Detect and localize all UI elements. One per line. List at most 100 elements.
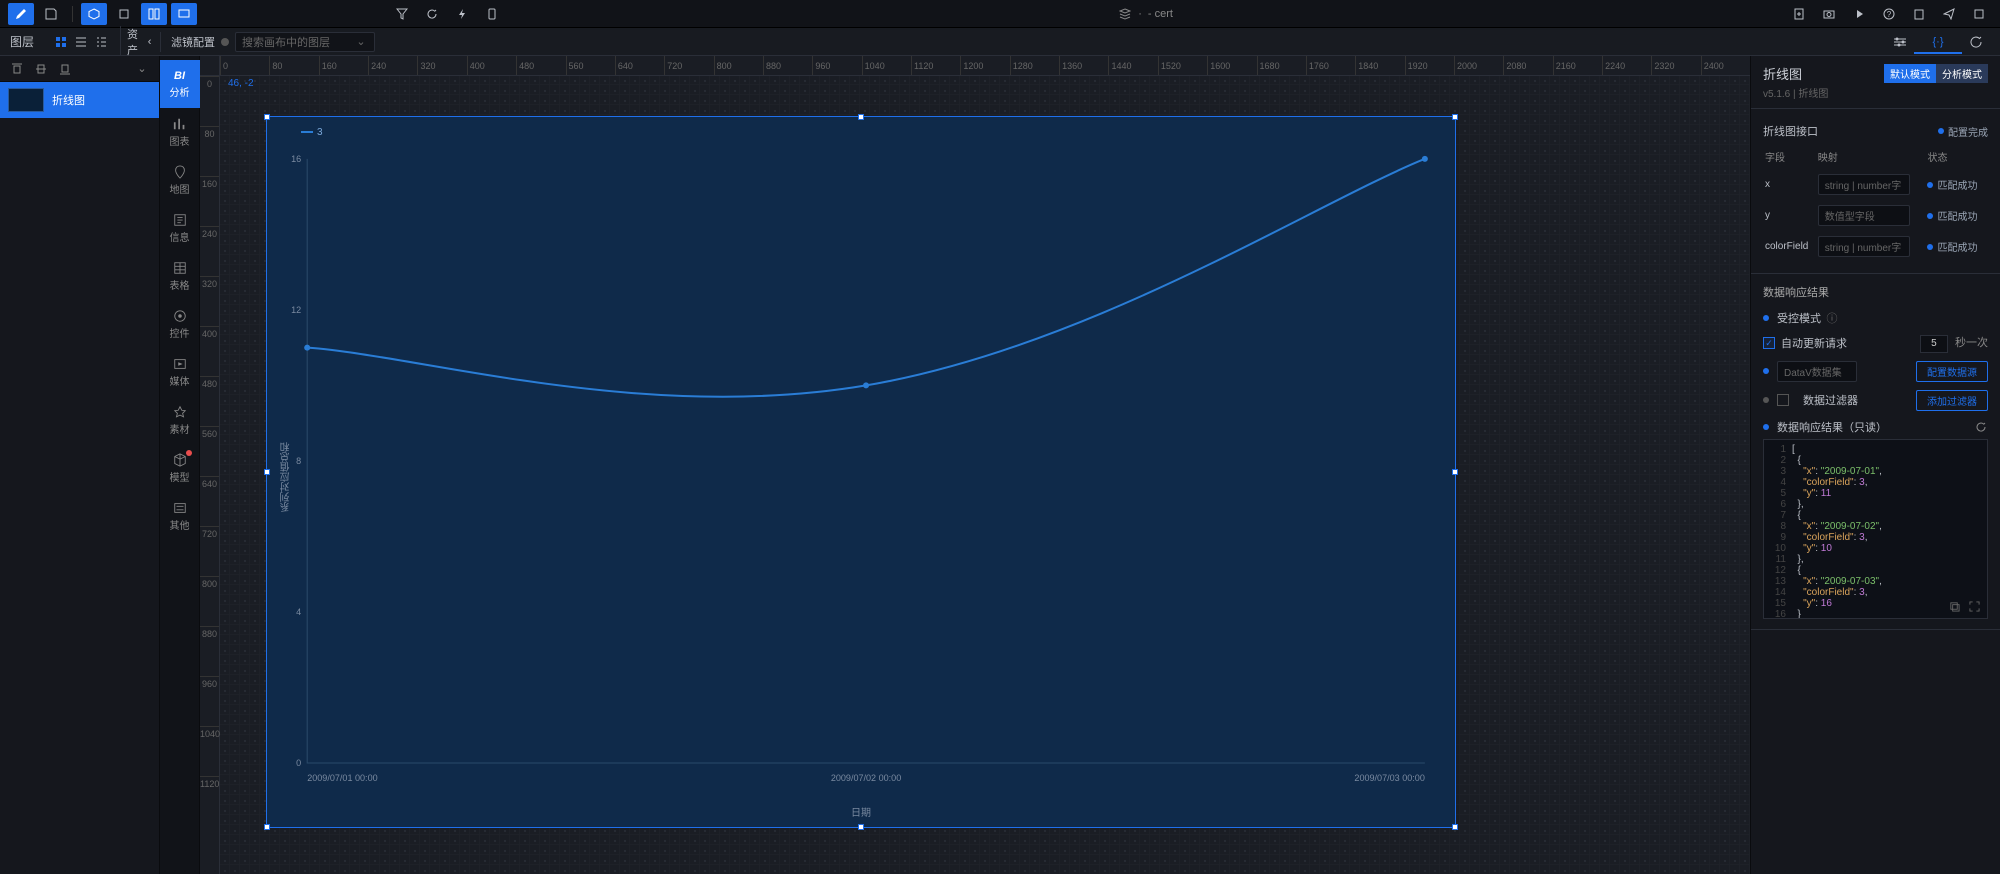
snapshot-btn[interactable] [1816,3,1842,25]
help-icon: ? [1882,7,1896,21]
device-btn[interactable] [171,3,197,25]
chart-ylabel: 系列对应值总和 [279,442,294,512]
resize-handle-l[interactable] [264,469,270,475]
filter-btn[interactable] [389,3,415,25]
refresh-btn[interactable] [419,3,445,25]
canvas-search[interactable]: 搜索画布中的图层 ⌄ [235,32,375,52]
color-mapping-input[interactable]: string | number字 [1818,236,1910,257]
resize-handle-t[interactable] [858,114,864,120]
clipboard-btn[interactable] [1906,3,1932,25]
cube-icon [87,7,101,21]
copy-icon[interactable] [1947,600,1961,614]
filter-status-dot [221,38,229,46]
asset-cat-other[interactable]: 其他 [160,492,200,540]
asset-cat-chart[interactable]: 图表 [160,108,200,156]
play-btn[interactable] [1846,3,1872,25]
other-icon [173,501,187,515]
auto-refresh-label: 自动更新请求 [1781,335,1847,351]
add-filter-btn[interactable]: 添加过滤器 [1916,390,1988,411]
svg-text:2009/07/01 00:00: 2009/07/01 00:00 [307,773,377,783]
auto-refresh-checkbox[interactable]: ✓ [1763,337,1775,349]
panel-tab-settings[interactable] [1888,30,1912,54]
auto-refresh-seconds[interactable] [1920,335,1948,353]
field-row-y: y 数值型字段 匹配成功 [1765,201,1986,230]
linechart-component[interactable]: 3 系列对应值总和 04812162009/07/01 00:002009/07… [266,116,1456,828]
layer-thumbnail [8,88,44,112]
panel-tab-data[interactable]: {·} [1914,30,1962,54]
mode-analysis-btn[interactable]: 分析模式 [1936,64,1988,83]
info-icon [173,213,187,227]
asset-cat-control[interactable]: 控件 [160,300,200,348]
asset-cat-media[interactable]: 媒体 [160,348,200,396]
layer-view-grid[interactable] [52,33,70,51]
assets-label[interactable]: 资产 ‹ [120,26,160,58]
resize-handle-r[interactable] [1452,469,1458,475]
material-icon [173,405,187,419]
save-btn[interactable] [38,3,64,25]
3d-icon [117,7,131,21]
asset-cat-map[interactable]: 地图 [160,156,200,204]
clipboard-icon [1912,7,1926,21]
asset-cat-material[interactable]: 素材 [160,396,200,444]
chevron-down-icon: ⌄ [354,35,368,49]
svg-text:2009/07/03 00:00: 2009/07/03 00:00 [1354,773,1424,783]
asset-cat-model[interactable]: 模型 [160,444,200,492]
asset-cat-info[interactable]: 信息 [160,204,200,252]
play-icon [1852,7,1866,21]
config-datasource-btn[interactable]: 配置数据源 [1916,361,1988,382]
svg-text:0: 0 [296,758,301,768]
edit-mode-btn[interactable] [8,3,34,25]
help-btn[interactable]: ? [1876,3,1902,25]
svg-text:2009/07/02 00:00: 2009/07/02 00:00 [831,773,901,783]
canvas-title-dot: · [1138,8,1142,20]
response-json-viewer[interactable]: 1[2 {3 "x": "2009-07-01",4 "colorField":… [1763,439,1988,619]
layer-name: 折线图 [52,92,85,108]
pencil-icon [14,7,28,21]
ruler-horizontal: 0801602403204004805606407208008809601040… [220,56,1750,76]
align-bottom-icon[interactable] [58,62,72,76]
align-top-icon[interactable] [10,62,24,76]
outline-btn[interactable] [111,3,137,25]
help-icon[interactable]: ⓘ [1825,311,1839,325]
layers-icon [1118,7,1132,21]
canvas[interactable]: 0801602403204004805606407208008809601040… [200,56,1750,874]
mode-default-btn[interactable]: 默认模式 [1884,64,1936,83]
export-btn[interactable] [1966,3,1992,25]
map-icon [173,165,187,179]
asset-cat-bi[interactable]: BI分析 [160,60,200,108]
badge-dot [186,450,192,456]
chevron-down-icon[interactable]: ⌄ [135,62,149,76]
y-mapping-input[interactable]: 数值型字段 [1818,205,1910,226]
search-placeholder: 搜索画布中的图层 [242,34,330,50]
resize-handle-br[interactable] [1452,824,1458,830]
bolt-icon [455,7,469,21]
layer-item-linechart[interactable]: 折线图 [0,82,159,118]
layer-view-tree[interactable] [92,33,110,51]
svg-text:4: 4 [296,607,301,617]
chart-xlabel: 日期 [277,804,1445,819]
share-btn[interactable] [1936,3,1962,25]
refresh-icon[interactable] [1974,420,1988,434]
layer-view-list[interactable] [72,33,90,51]
expand-icon[interactable] [1967,600,1981,614]
filter-checkbox[interactable] [1777,394,1789,406]
resize-handle-tr[interactable] [1452,114,1458,120]
svg-text:12: 12 [291,305,301,315]
bolt-btn[interactable] [449,3,475,25]
layout-btn[interactable] [141,3,167,25]
resize-handle-b[interactable] [858,824,864,830]
camera-icon [1822,7,1836,21]
x-mapping-input[interactable]: string | number字 [1818,174,1910,195]
asset-cat-table[interactable]: 表格 [160,252,200,300]
align-middle-icon[interactable] [34,62,48,76]
datasource-select[interactable]: DataV数据集 [1777,361,1857,382]
resize-handle-tl[interactable] [264,114,270,120]
panel-tab-interact[interactable] [1964,30,1988,54]
mobile-btn[interactable] [479,3,505,25]
cube-btn[interactable] [81,3,107,25]
resize-handle-bl[interactable] [264,824,270,830]
table-icon [173,261,187,275]
new-btn[interactable] [1786,3,1812,25]
filter-label: 数据过滤器 [1803,392,1858,408]
cursor-coordinates: 46, -2 [228,78,254,89]
